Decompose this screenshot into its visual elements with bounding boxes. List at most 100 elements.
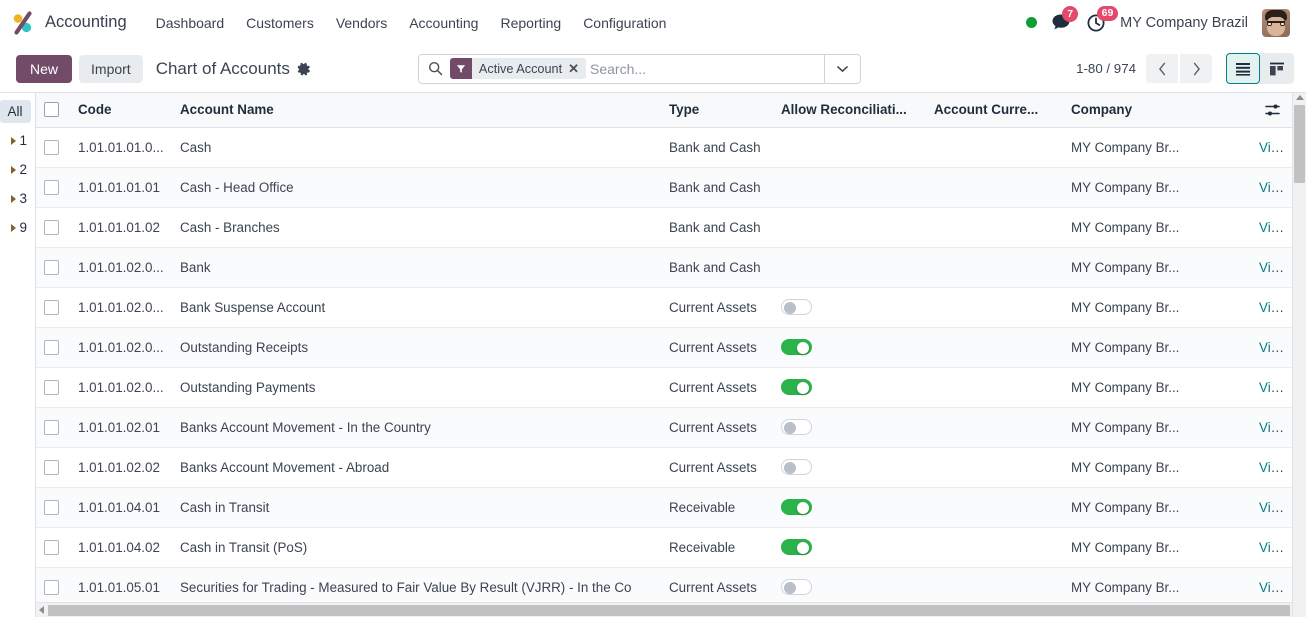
row-checkbox[interactable] <box>44 339 59 355</box>
view-link[interactable]: View <box>1259 260 1288 275</box>
allow-reconciliation-toggle[interactable] <box>781 299 812 316</box>
allow-reconciliation-toggle[interactable] <box>781 419 812 436</box>
view-link[interactable]: View <box>1259 180 1288 195</box>
view-link[interactable]: View <box>1259 500 1288 515</box>
scroll-up-icon[interactable] <box>1296 95 1304 100</box>
table-row[interactable]: 1.01.01.01.02 Cash - Branches Bank and Cas… <box>36 207 1294 248</box>
allow-reconciliation-toggle[interactable] <box>781 339 812 356</box>
column-header-company[interactable]: Company <box>1063 93 1251 128</box>
row-checkbox[interactable] <box>44 299 59 315</box>
search-input[interactable] <box>590 54 824 83</box>
view-link[interactable]: View <box>1259 540 1288 555</box>
new-button[interactable]: New <box>16 54 73 83</box>
row-checkbox[interactable] <box>44 499 59 515</box>
menu-item-reporting[interactable]: Reporting <box>489 9 572 37</box>
allow-reconciliation-toggle[interactable] <box>781 499 812 516</box>
gear-icon[interactable] <box>297 62 311 76</box>
table-row[interactable]: 1.01.01.01.01 Cash - Head Office Bank and … <box>36 167 1294 208</box>
menu-item-configuration[interactable]: Configuration <box>572 9 677 37</box>
menu-item-customers[interactable]: Customers <box>235 9 325 37</box>
row-checkbox[interactable] <box>44 259 59 275</box>
messages-button[interactable]: 7 <box>1051 6 1079 32</box>
table-row[interactable]: 1.01.01.02.0... Outstanding Payments Curre… <box>36 367 1294 408</box>
menu-item-accounting[interactable]: Accounting <box>398 9 489 37</box>
view-link[interactable]: View <box>1259 300 1288 315</box>
brand-area[interactable]: Accounting <box>10 10 127 36</box>
vertical-scroll-thumb[interactable] <box>1294 105 1305 183</box>
view-link[interactable]: View <box>1259 220 1288 235</box>
scroll-left-icon[interactable] <box>39 606 44 614</box>
allow-reconciliation-toggle[interactable] <box>781 539 812 556</box>
cell-company: MY Company Br... <box>1063 527 1251 568</box>
activities-button[interactable]: 69 <box>1086 5 1118 33</box>
import-button[interactable]: Import <box>79 54 143 83</box>
row-checkbox[interactable] <box>44 459 59 475</box>
row-checkbox[interactable] <box>44 539 59 555</box>
page-title: Chart of Accounts <box>155 58 290 78</box>
column-header-allow-reconciliation[interactable]: Allow Reconciliati... <box>773 93 926 128</box>
search-facet-label: Active Account <box>478 61 563 76</box>
avatar[interactable] <box>1262 8 1290 37</box>
pager-next-button[interactable] <box>1180 54 1212 83</box>
table-row[interactable]: 1.01.01.02.02 Banks Account Movement - Ab… <box>36 447 1294 488</box>
table-row[interactable]: 1.01.01.02.01 Banks Account Movement - In… <box>36 407 1294 448</box>
column-header-type[interactable]: Type <box>661 93 773 128</box>
search-facet-active-account[interactable]: Active Account ✕ <box>449 58 587 79</box>
search-view[interactable]: Active Account ✕ <box>417 53 861 84</box>
menu-item-dashboard[interactable]: Dashboard <box>145 9 236 37</box>
row-checkbox[interactable] <box>44 379 59 395</box>
table-row[interactable]: 1.01.01.04.01 Cash in Transit Receivable MY… <box>36 487 1294 528</box>
column-header-account-currency[interactable]: Account Curre... <box>926 93 1063 128</box>
kanban-view-button[interactable] <box>1260 53 1294 84</box>
view-link[interactable]: View <box>1259 340 1288 355</box>
table-row[interactable]: 1.01.01.02.0... Bank Suspense Account Curr… <box>36 287 1294 328</box>
row-checkbox[interactable] <box>44 179 59 195</box>
table-row[interactable]: 1.01.01.01.0... Cash Bank and Cash MY Compa… <box>36 127 1294 168</box>
row-checkbox[interactable] <box>44 579 59 595</box>
allow-reconciliation-toggle[interactable] <box>781 459 812 476</box>
column-header-account-name[interactable]: Account Name <box>172 93 661 128</box>
navbar-right: 7 69 MY Company Brazil <box>1026 5 1294 37</box>
pager-range[interactable]: 1-80 / 974 <box>1076 61 1136 76</box>
cell-type: Current Assets <box>661 447 773 488</box>
column-settings-icon[interactable] <box>1259 103 1286 117</box>
view-link[interactable]: View <box>1259 140 1288 155</box>
cell-company: MY Company Br... <box>1063 367 1251 408</box>
sidebar-item-all[interactable]: All <box>0 100 31 123</box>
row-checkbox[interactable] <box>44 219 59 235</box>
cell-view: View <box>1251 207 1294 248</box>
chevron-down-icon[interactable] <box>823 54 860 83</box>
close-icon[interactable]: ✕ <box>567 62 586 75</box>
horizontal-scrollbar[interactable] <box>36 602 1292 617</box>
cell-code: 1.01.01.02.0... <box>70 247 172 288</box>
table-row[interactable]: 1.01.01.02.0... Outstanding Receipts Curre… <box>36 327 1294 368</box>
horizontal-scroll-thumb[interactable] <box>48 604 1290 616</box>
cell-account-name: Cash <box>172 127 661 168</box>
list-view-button[interactable] <box>1226 53 1260 84</box>
cell-account-currency <box>926 527 1063 568</box>
view-link[interactable]: View <box>1259 420 1288 435</box>
allow-reconciliation-toggle[interactable] <box>781 379 812 396</box>
company-switcher[interactable]: MY Company Brazil <box>1120 15 1248 31</box>
sidebar-item-2[interactable]: 2 <box>0 158 35 181</box>
list-view-container: Code Account Name Type Allow Reconciliat… <box>36 93 1306 617</box>
pager-previous-button[interactable] <box>1146 54 1178 83</box>
view-link[interactable]: View <box>1259 460 1288 475</box>
table-row[interactable]: 1.01.01.04.02 Cash in Transit (PoS) Receiv… <box>36 527 1294 568</box>
row-checkbox[interactable] <box>44 419 59 435</box>
sidebar-item-9[interactable]: 9 <box>0 216 35 239</box>
sidebar-item-3[interactable]: 3 <box>0 187 35 210</box>
row-checkbox[interactable] <box>44 139 59 155</box>
table-row[interactable]: 1.01.01.02.0... Bank Bank and Cash MY Compa… <box>36 247 1294 288</box>
column-header-code[interactable]: Code <box>70 93 172 128</box>
odoo-logo-icon[interactable] <box>10 10 36 36</box>
view-link[interactable]: View <box>1259 380 1288 395</box>
vertical-scrollbar[interactable] <box>1292 93 1306 617</box>
cell-code: 1.01.01.02.01 <box>70 407 172 448</box>
table-row[interactable]: 1.01.01.05.01 Securities for Trading - Me… <box>36 567 1294 608</box>
sidebar-item-1[interactable]: 1 <box>0 129 35 152</box>
allow-reconciliation-toggle[interactable] <box>781 579 812 596</box>
menu-item-vendors[interactable]: Vendors <box>325 9 398 37</box>
view-link[interactable]: View <box>1259 580 1288 595</box>
select-all-checkbox[interactable] <box>44 102 59 118</box>
